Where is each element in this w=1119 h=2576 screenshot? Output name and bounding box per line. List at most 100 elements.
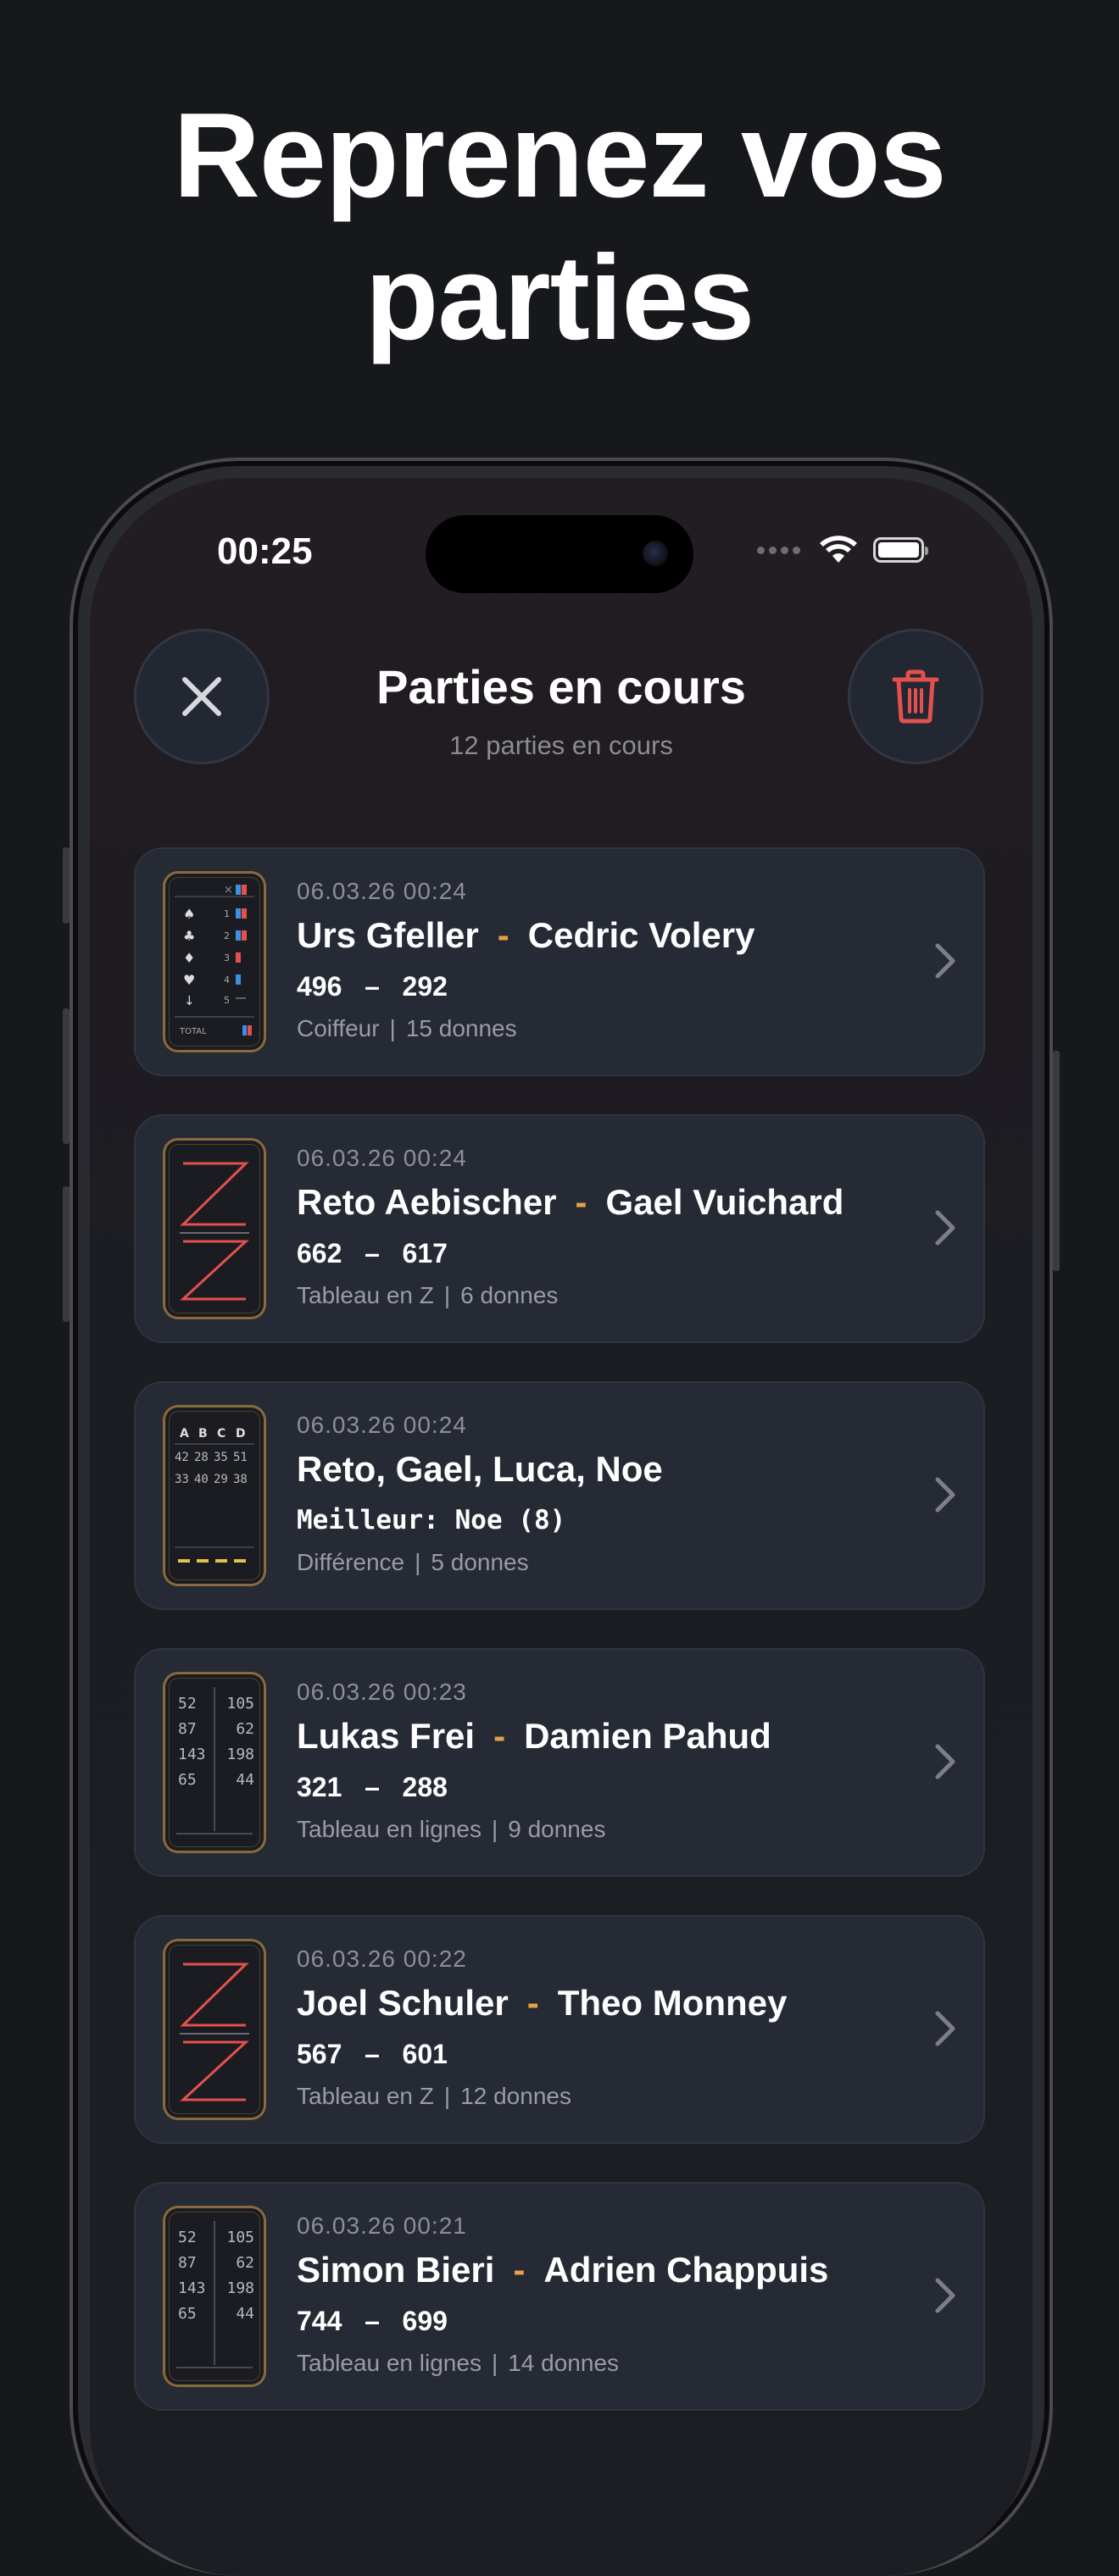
game-date: 06.03.26 00:21 bbox=[297, 2212, 467, 2239]
game-score: 662 – 617 bbox=[297, 1238, 448, 1269]
score-1: 496 bbox=[297, 971, 342, 1002]
player-1: Urs Gfeller bbox=[297, 915, 479, 955]
score-1: 321 bbox=[297, 1772, 342, 1802]
status-icons bbox=[757, 536, 928, 564]
score-1: 567 bbox=[297, 2039, 342, 2069]
coiffeur-total-label: TOTAL bbox=[179, 1027, 207, 1036]
game-meta: Tableau en Z | 12 donnes bbox=[297, 2083, 571, 2109]
game-mode: Coiffeur bbox=[297, 1015, 380, 1041]
diff-header-b: B bbox=[198, 1427, 208, 1441]
game-score: 496 – 292 bbox=[297, 971, 448, 1002]
chevron-right-icon bbox=[935, 1477, 955, 1513]
coiffeur-thumbnail: × ♠ ♣ ♦ ♥ ↓ 1 2 3 4 5 TOTAL bbox=[163, 871, 266, 1052]
game-players: Reto, Gael, Luca, Noe bbox=[297, 1449, 663, 1489]
trash-icon bbox=[892, 669, 939, 724]
game-score: 567 – 601 bbox=[297, 2039, 448, 2069]
player-2: Theo Monney bbox=[557, 1983, 788, 2023]
game-rounds: 5 donnes bbox=[431, 1549, 529, 1575]
game-players: Lukas Frei - Damien Pahud bbox=[297, 1716, 771, 1756]
game-card[interactable]: A B C D 42 28 35 51 33 40 29 38 06.03.26… bbox=[134, 1381, 985, 1610]
coiffeur-row-5: 5 bbox=[224, 995, 230, 1006]
game-card[interactable]: 06.03.26 00:24 Reto Aebischer - Gael Vuich… bbox=[134, 1114, 985, 1343]
svg-text:51: 51 bbox=[233, 1451, 248, 1464]
game-card[interactable]: 52 105 87 62 143 198 65 44 06.03.26 00:23 Lu… bbox=[134, 1648, 985, 1877]
svg-text:33: 33 bbox=[175, 1473, 189, 1486]
cellular-signal-icon bbox=[757, 546, 800, 554]
game-meta: Coiffeur | 15 donnes bbox=[297, 1015, 517, 1041]
game-meta: Différence | 5 donnes bbox=[297, 1549, 529, 1575]
chevron-right-icon bbox=[935, 943, 955, 979]
app-screen: 00:25 Parties en cours 12 parties en cou… bbox=[90, 478, 1033, 2576]
dynamic-island bbox=[426, 515, 693, 593]
headline-line-1: Reprenez vos bbox=[173, 88, 946, 223]
game-score: 321 – 288 bbox=[297, 1772, 448, 1802]
lines-table-thumbnail: 52 105 87 62 143 198 65 44 bbox=[163, 1672, 266, 1853]
game-rounds: 15 donnes bbox=[405, 1015, 517, 1041]
z-table-thumbnail bbox=[163, 1939, 266, 2120]
svg-text:28: 28 bbox=[194, 1451, 209, 1464]
game-date: 06.03.26 00:24 bbox=[297, 1145, 467, 1171]
game-rounds: 12 donnes bbox=[460, 2083, 571, 2109]
game-card[interactable]: 06.03.26 00:22 Joel Schuler - Theo Monney … bbox=[134, 1915, 985, 2144]
lines-table-thumbnail: 52 105 87 62 143 198 65 44 bbox=[163, 2206, 266, 2387]
player-1: Lukas Frei bbox=[297, 1716, 476, 1756]
svg-text:×: × bbox=[224, 884, 233, 897]
chevron-right-icon bbox=[935, 2278, 955, 2313]
game-mode: Tableau en Z bbox=[297, 1282, 434, 1308]
chevron-right-icon bbox=[935, 1210, 955, 1246]
diff-header-d: D bbox=[236, 1427, 246, 1441]
score-2: 699 bbox=[402, 2306, 448, 2336]
game-best-player: Meilleur: Noe (8) bbox=[297, 1505, 566, 1535]
player-2: Cedric Volery bbox=[527, 915, 755, 955]
coiffeur-row-3: 3 bbox=[224, 952, 230, 963]
game-mode: Tableau en lignes bbox=[297, 2350, 482, 2376]
action-button bbox=[63, 847, 70, 924]
headline: Reprenez vos parties bbox=[0, 85, 1119, 369]
player-1: Reto Aebischer bbox=[297, 1182, 557, 1222]
svg-text:29: 29 bbox=[214, 1473, 228, 1486]
diff-header-c: C bbox=[217, 1427, 225, 1441]
game-score: 744 – 699 bbox=[297, 2306, 448, 2336]
game-meta: Tableau en lignes | 14 donnes bbox=[297, 2350, 620, 2376]
volume-up-button bbox=[63, 1008, 70, 1144]
coiffeur-row-1: 1 bbox=[224, 908, 230, 919]
camera-icon bbox=[643, 541, 668, 566]
difference-thumbnail: A B C D 42 28 35 51 33 40 29 38 bbox=[163, 1405, 266, 1586]
game-rounds: 14 donnes bbox=[508, 2350, 620, 2376]
chevron-right-icon bbox=[935, 2011, 955, 2046]
svg-text:40: 40 bbox=[194, 1473, 209, 1486]
game-date: 06.03.26 00:22 bbox=[297, 1946, 467, 1972]
game-date: 06.03.26 00:23 bbox=[297, 1679, 467, 1705]
game-rounds: 6 donnes bbox=[460, 1282, 559, 1308]
player-2: Damien Pahud bbox=[524, 1716, 771, 1756]
svg-text:38: 38 bbox=[233, 1473, 248, 1486]
diff-header-a: A bbox=[180, 1427, 189, 1441]
game-card[interactable]: × ♠ ♣ ♦ ♥ ↓ 1 2 3 4 5 TOTAL 06.03.26 00:… bbox=[134, 847, 985, 1076]
score-1: 662 bbox=[297, 1238, 342, 1269]
game-card[interactable]: 52 105 87 62 143 198 65 44 06.03.26 00:21 Si… bbox=[134, 2182, 985, 2411]
coiffeur-row-4: 4 bbox=[224, 974, 230, 985]
player-2: Gael Vuichard bbox=[605, 1182, 844, 1222]
z-table-thumbnail bbox=[163, 1138, 266, 1319]
game-players: Urs Gfeller - Cedric Volery bbox=[297, 915, 755, 955]
game-players: Simon Bieri - Adrien Chappuis bbox=[297, 2250, 829, 2290]
game-rounds: 9 donnes bbox=[508, 1816, 606, 1842]
phone-frame: 00:25 Parties en cours 12 parties en cou… bbox=[63, 458, 1060, 2576]
game-date: 06.03.26 00:24 bbox=[297, 1412, 467, 1438]
coiffeur-row-2: 2 bbox=[224, 930, 230, 941]
score-1: 744 bbox=[297, 2306, 342, 2336]
player-1: Joel Schuler bbox=[297, 1983, 509, 2023]
svg-text:♣: ♣ bbox=[183, 928, 195, 944]
score-2: 617 bbox=[402, 1238, 448, 1269]
delete-all-button[interactable] bbox=[848, 629, 983, 764]
svg-text:♦: ♦ bbox=[183, 950, 195, 966]
svg-text:↓: ↓ bbox=[184, 993, 195, 1008]
svg-text:♠: ♠ bbox=[183, 906, 195, 922]
game-players: Reto Aebischer - Gael Vuichard bbox=[297, 1182, 844, 1222]
game-mode: Tableau en Z bbox=[297, 2083, 434, 2109]
score-2: 292 bbox=[402, 971, 448, 1002]
score-2: 288 bbox=[402, 1772, 448, 1802]
chevron-right-icon bbox=[935, 1744, 955, 1779]
svg-text:♥: ♥ bbox=[183, 972, 195, 988]
game-mode: Tableau en lignes bbox=[297, 1816, 482, 1842]
